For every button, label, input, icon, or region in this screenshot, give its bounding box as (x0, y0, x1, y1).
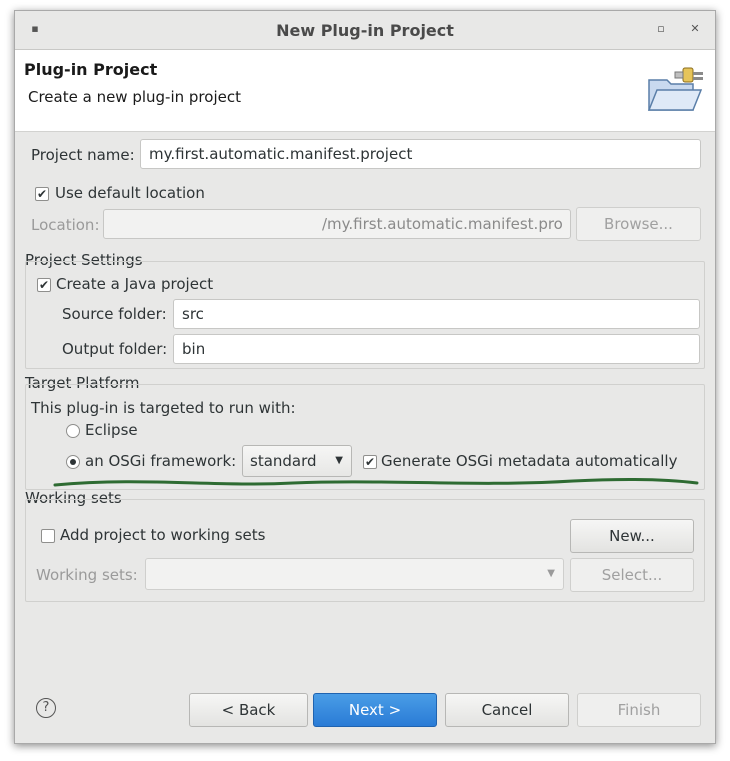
create-java-label: Create a Java project (56, 275, 214, 293)
project-name-label: Project name: (31, 146, 135, 164)
target-intro-text: This plug-in is targeted to run with: (31, 399, 296, 417)
source-folder-input[interactable]: src (173, 299, 700, 329)
window-title: New Plug-in Project (276, 21, 454, 40)
working-sets-label: Working sets: (36, 566, 138, 584)
dialog-window: ▪ New Plug-in Project ▫ ✕ Plug-in Projec… (14, 10, 716, 744)
output-folder-input[interactable]: bin (173, 334, 700, 364)
back-button[interactable]: < Back (189, 693, 308, 727)
chevron-down-icon: ▼ (547, 568, 555, 579)
wizard-title: Plug-in Project (24, 60, 158, 79)
output-folder-label: Output folder: (62, 340, 168, 358)
close-icon[interactable]: ✕ (689, 23, 701, 35)
osgi-framework-radio[interactable] (66, 455, 80, 469)
title-bar: ▪ New Plug-in Project ▫ ✕ (15, 11, 715, 50)
create-java-checkbox[interactable]: ✔ (37, 278, 51, 292)
wizard-header: Plug-in Project Create a new plug-in pro… (15, 50, 715, 132)
select-working-sets-button[interactable]: Select... (570, 558, 694, 592)
location-label: Location: (31, 216, 100, 234)
use-default-location-checkbox[interactable]: ✔ (35, 187, 49, 201)
help-icon[interactable]: ? (36, 698, 56, 718)
use-default-location-label: Use default location (55, 184, 205, 202)
add-to-working-sets-label: Add project to working sets (60, 526, 266, 544)
browse-button[interactable]: Browse... (576, 207, 701, 241)
finish-button[interactable]: Finish (577, 693, 701, 727)
new-working-set-button[interactable]: New... (570, 519, 694, 553)
location-input[interactable]: /my.first.automatic.manifest.pro (103, 209, 571, 239)
generate-osgi-metadata-checkbox[interactable]: ✔ (363, 455, 377, 469)
cancel-button[interactable]: Cancel (445, 693, 569, 727)
chevron-down-icon: ▼ (335, 455, 343, 466)
framework-select-value: standard (250, 452, 317, 470)
working-sets-select[interactable]: ▼ (145, 558, 564, 590)
eclipse-radio[interactable] (66, 424, 80, 438)
wizard-subtitle: Create a new plug-in project (28, 88, 241, 106)
project-name-input[interactable]: my.first.automatic.manifest.project (140, 139, 701, 169)
osgi-framework-label: an OSGi framework: (85, 452, 237, 470)
add-to-working-sets-checkbox[interactable] (41, 529, 55, 543)
eclipse-radio-label: Eclipse (85, 421, 138, 439)
next-button[interactable]: Next > (313, 693, 437, 727)
annotation-underline (53, 478, 699, 487)
source-folder-label: Source folder: (62, 305, 167, 323)
generate-osgi-metadata-label: Generate OSGi metadata automatically (381, 452, 678, 470)
maximize-icon[interactable]: ▫ (655, 23, 667, 35)
folder-plug-icon (647, 67, 703, 111)
